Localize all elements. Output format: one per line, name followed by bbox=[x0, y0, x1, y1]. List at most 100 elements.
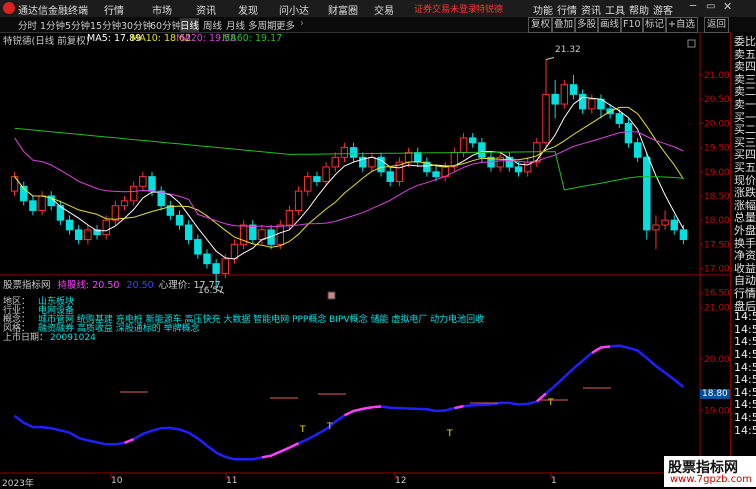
candle-body bbox=[643, 156, 651, 231]
tab-30min[interactable]: 30分钟 bbox=[121, 18, 152, 32]
candle-body bbox=[349, 147, 358, 158]
menu-help[interactable]: 帮助 bbox=[629, 2, 649, 17]
overlay-button[interactable]: 叠加 bbox=[551, 17, 577, 33]
ma5-line bbox=[14, 96, 684, 260]
side-panel-label: 14:50 bbox=[734, 373, 756, 387]
date-axis-label: 2023年 bbox=[2, 479, 34, 489]
menu-tools[interactable]: 工具 bbox=[605, 2, 625, 17]
tab-5min[interactable]: 5分钟 bbox=[65, 18, 90, 32]
candle-body bbox=[230, 243, 239, 260]
tab-weekly[interactable]: 周线 bbox=[203, 18, 222, 32]
multi-stock-button[interactable]: 多股 bbox=[574, 17, 600, 33]
candle-body bbox=[368, 156, 376, 168]
candle-body bbox=[542, 93, 550, 144]
candle-body bbox=[670, 219, 678, 231]
menu-market[interactable]: 市场 bbox=[152, 2, 172, 17]
candle-body bbox=[139, 176, 147, 187]
side-panel-label: 14:50 bbox=[734, 348, 756, 361]
price-tick-label: 18.50 bbox=[704, 192, 730, 202]
psych-price-label: 心理价: 17.77 bbox=[158, 280, 221, 291]
tab-multi-period[interactable]: 多周期 bbox=[248, 18, 277, 32]
listing-date-row: 上市日期： 20091024 bbox=[3, 333, 96, 343]
menu-quotes[interactable]: 行情 bbox=[104, 2, 124, 17]
candle-body bbox=[661, 219, 669, 226]
tab-monthly[interactable]: 月线 bbox=[226, 18, 245, 32]
candle-body bbox=[478, 142, 486, 158]
f10-button[interactable]: F10 bbox=[620, 17, 644, 33]
candle-body bbox=[129, 185, 138, 202]
maximize-icon[interactable]: ▭ bbox=[706, 1, 715, 12]
app-name: 通达信金融终端 bbox=[18, 6, 88, 17]
high-price-label: 21.32 bbox=[555, 45, 581, 55]
indicator-line bbox=[133, 426, 263, 461]
indicator-line bbox=[454, 404, 464, 410]
t-marker: T bbox=[446, 429, 453, 439]
candle-body bbox=[75, 229, 83, 241]
menu-wenxiaoda[interactable]: 问小达 bbox=[279, 2, 309, 17]
indicator-line bbox=[545, 351, 593, 395]
price-tick-label: 20.50 bbox=[704, 95, 730, 105]
candle-body bbox=[652, 224, 660, 231]
candle-body bbox=[331, 156, 339, 168]
price-tick-label: 17.50 bbox=[704, 240, 730, 250]
candle-body bbox=[203, 253, 211, 265]
indicator-title: 股票指标网 bbox=[3, 280, 51, 291]
price-tick-label: 17.00 bbox=[704, 265, 730, 275]
tab-daily[interactable]: 日线 bbox=[180, 18, 200, 32]
candle-body bbox=[148, 176, 156, 192]
menu-quotes-right[interactable]: 行情 bbox=[557, 2, 577, 17]
side-panel-label: 14:50 bbox=[734, 310, 756, 324]
tab-15min[interactable]: 15分钟 bbox=[90, 18, 121, 32]
ma60-label: MA60: 19.17 bbox=[222, 33, 283, 44]
candle-body bbox=[322, 166, 330, 182]
stock-link[interactable]: 特锐德 bbox=[476, 2, 503, 15]
candle-body bbox=[560, 84, 569, 105]
tab-1min[interactable]: 1分钟 bbox=[40, 18, 65, 32]
menu-info[interactable]: 资讯 bbox=[581, 2, 601, 17]
menu-news[interactable]: 资讯 bbox=[196, 2, 216, 17]
menu-function[interactable]: 功能 bbox=[533, 2, 553, 17]
candle-body bbox=[514, 166, 523, 173]
draw-button[interactable]: 画线 bbox=[597, 17, 623, 33]
kline-chart[interactable]: 21.0020.0019.00T TTT 21.0020.5020.0019.50… bbox=[0, 32, 730, 487]
close-icon[interactable]: ✕ bbox=[723, 0, 732, 13]
candle-body bbox=[194, 239, 202, 255]
candle-body bbox=[588, 98, 596, 110]
minimize-icon[interactable]: ─ bbox=[690, 1, 696, 12]
login-warning[interactable]: 证券交易未登录 bbox=[414, 2, 477, 15]
more-arrow-icon[interactable]: › bbox=[300, 18, 304, 29]
restore-rights-button[interactable]: 复权 bbox=[528, 17, 554, 33]
indicator-line bbox=[463, 400, 538, 408]
candle-body bbox=[313, 176, 321, 182]
side-panel-label: 14:50 bbox=[734, 385, 756, 399]
menu-discover[interactable]: 发现 bbox=[238, 2, 258, 17]
side-panel-label: 14:50 bbox=[734, 335, 756, 349]
candle-body bbox=[285, 209, 294, 226]
candle-body bbox=[615, 113, 623, 124]
add-favorite-button[interactable]: +自选 bbox=[665, 17, 698, 33]
right-quote-panel: 委比 卖五 卖四 卖三 卖二 卖一 买一 买二 买三 买四 买五 现价 涨跌 涨幅 总量 外盘 换手 净资 收益 自动… bbox=[730, 32, 756, 487]
stock-info-block: 地区： 山东板块 行业： 电网设备 概念： 城市管网 统购基建 充电桩 新能源车 高压… bbox=[3, 298, 484, 343]
candle-body bbox=[304, 176, 312, 192]
t-marker: T bbox=[299, 425, 306, 435]
candle-body bbox=[432, 171, 440, 178]
chart-grid bbox=[0, 32, 730, 487]
candle-body bbox=[29, 200, 37, 211]
indicator-line bbox=[261, 442, 300, 459]
back-button[interactable]: 返回 bbox=[704, 17, 730, 33]
menu-guest[interactable]: 游客 bbox=[653, 2, 673, 17]
tab-timeshare[interactable]: 分时 bbox=[18, 18, 37, 32]
price-tick-label: 20.00 bbox=[704, 119, 730, 129]
indicator-line bbox=[343, 405, 382, 417]
candle-body bbox=[414, 151, 422, 163]
panel-close-icon bbox=[687, 39, 696, 48]
price-tick-label: 18.00 bbox=[704, 216, 730, 226]
indicator-line bbox=[124, 438, 135, 444]
menu-wealth-circle[interactable]: 财富圈 bbox=[328, 2, 358, 17]
menu-trade[interactable]: 交易 bbox=[374, 2, 394, 17]
candle-body bbox=[569, 84, 578, 95]
tab-60min[interactable]: 60分钟 bbox=[150, 18, 181, 32]
tab-more[interactable]: 更多 bbox=[276, 18, 295, 32]
mark-button[interactable]: 标记 bbox=[642, 17, 668, 33]
date-axis-label: 10 bbox=[111, 476, 123, 486]
